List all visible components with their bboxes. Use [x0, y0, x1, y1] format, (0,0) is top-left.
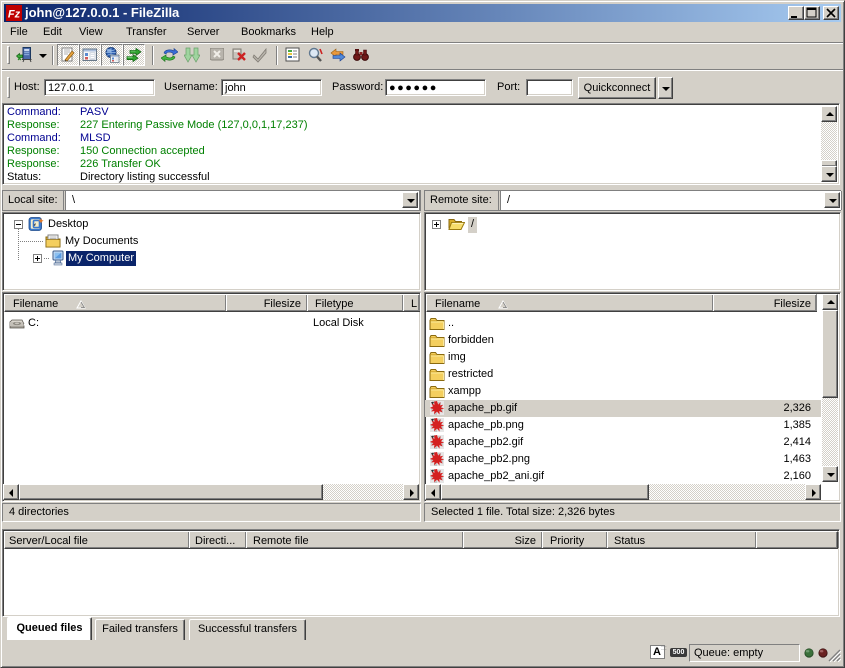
- svg-text:Fz: Fz: [8, 9, 21, 21]
